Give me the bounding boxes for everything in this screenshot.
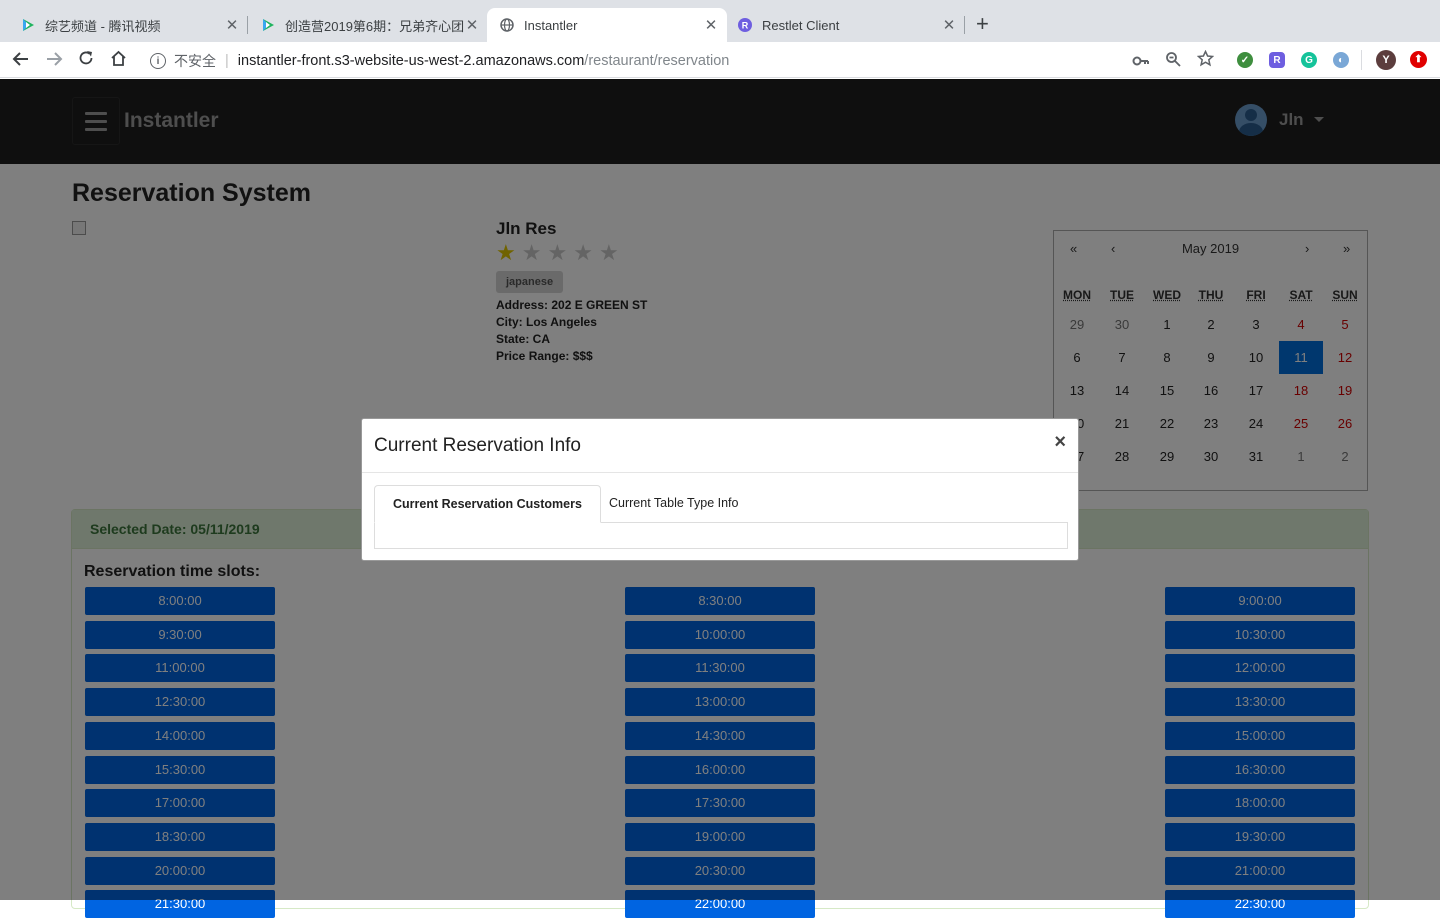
tab-title: 综艺频道 - 腾讯视频: [45, 16, 224, 35]
browser-tab-3[interactable]: Instantler ✕: [487, 8, 727, 42]
browser-toolbar: i 不安全 | instantler-front.s3-website-us-w…: [0, 42, 1440, 78]
new-tab-icon[interactable]: +: [976, 12, 989, 36]
tencent-video-icon: [260, 17, 276, 33]
globe-icon: [499, 17, 515, 33]
restlet-icon: R: [737, 17, 753, 33]
svg-text:R: R: [742, 21, 749, 31]
home-icon[interactable]: [110, 50, 127, 71]
forward-icon[interactable]: [45, 50, 63, 72]
reservation-info-modal: Current Reservation Info × Current Reser…: [361, 418, 1079, 561]
tencent-video-icon: [20, 17, 36, 33]
close-tab-icon[interactable]: ✕: [464, 16, 480, 34]
zoom-icon[interactable]: [1165, 51, 1181, 71]
tab-current-table-type-info[interactable]: Current Table Type Info: [591, 485, 756, 523]
restlet-extension-icon[interactable]: R: [1269, 52, 1285, 68]
tab-title: Instantler: [524, 18, 703, 33]
extension-check-icon[interactable]: ✓: [1237, 52, 1253, 68]
grammarly-icon[interactable]: G: [1301, 52, 1317, 68]
close-icon[interactable]: ×: [1054, 432, 1066, 452]
security-label: 不安全: [174, 51, 216, 71]
address-bar[interactable]: i 不安全 | instantler-front.s3-website-us-w…: [140, 46, 1226, 76]
browser-tab-bar: 综艺频道 - 腾讯视频 ✕ 创造营2019第6期：兄弟齐心团 ✕ Instant…: [0, 0, 1440, 42]
tab-title: 创造营2019第6期：兄弟齐心团: [285, 16, 464, 35]
close-tab-icon[interactable]: ✕: [941, 16, 957, 34]
tab-title: Restlet Client: [762, 18, 941, 33]
url-path: /restaurant/reservation: [584, 53, 729, 69]
modal-title: Current Reservation Info: [374, 435, 581, 457]
reload-icon[interactable]: [78, 50, 94, 70]
tab-content: [374, 522, 1068, 549]
toolbar-divider: [1361, 50, 1362, 70]
modal-divider: [362, 472, 1078, 473]
browser-tab-1[interactable]: 综艺频道 - 腾讯视频 ✕: [0, 8, 248, 42]
modal-tabs: Current Reservation Customers Current Ta…: [374, 485, 1068, 549]
key-icon[interactable]: [1132, 52, 1150, 72]
extension-upload-icon[interactable]: ⬆: [1410, 51, 1427, 68]
browser-tab-2[interactable]: 创造营2019第6期：兄弟齐心团 ✕: [240, 8, 488, 42]
info-icon[interactable]: i: [150, 53, 166, 69]
close-tab-icon[interactable]: ✕: [224, 16, 240, 34]
extension-icon[interactable]: ◐: [1333, 52, 1349, 68]
profile-avatar[interactable]: Y: [1376, 50, 1396, 70]
modal-backdrop[interactable]: [0, 79, 1440, 164]
bookmark-star-icon[interactable]: [1197, 50, 1214, 71]
browser-tab-4[interactable]: R Restlet Client ✕: [717, 8, 965, 42]
back-icon[interactable]: [12, 50, 30, 72]
divider: |: [225, 53, 229, 69]
tab-current-reservation-customers[interactable]: Current Reservation Customers: [374, 485, 601, 523]
tab-separator: [964, 16, 965, 34]
url-host: instantler-front.s3-website-us-west-2.am…: [238, 53, 585, 69]
